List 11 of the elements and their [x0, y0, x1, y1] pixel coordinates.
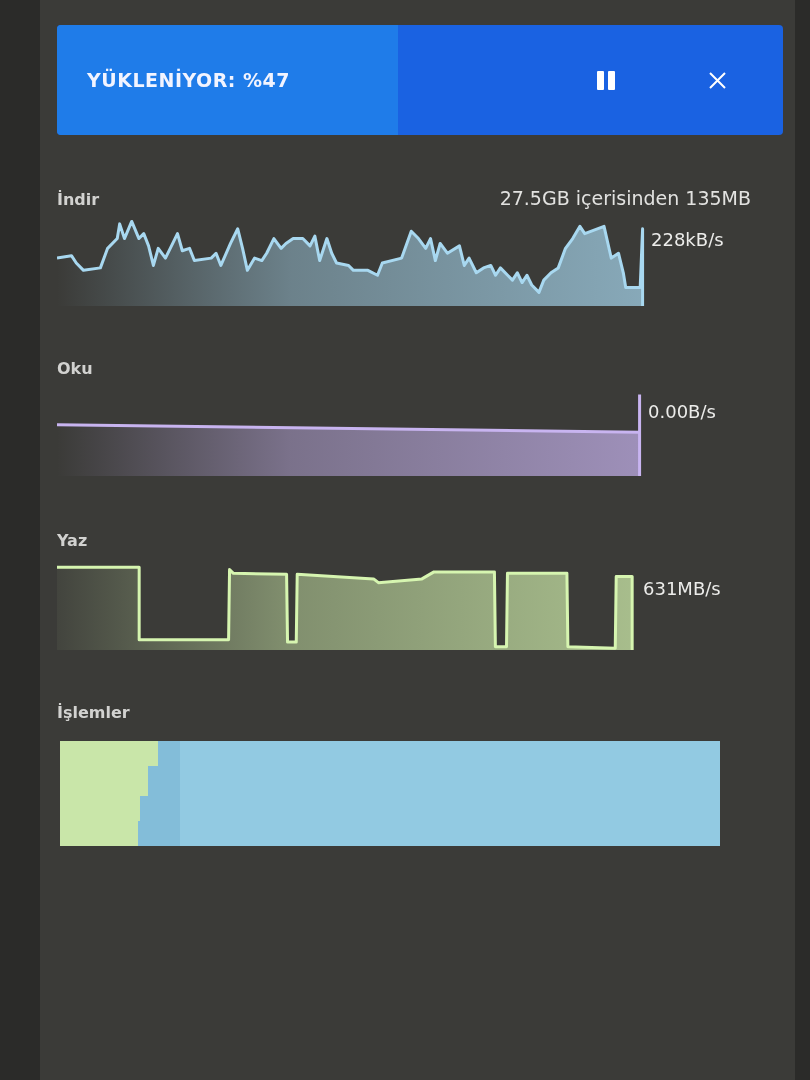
- close-icon[interactable]: [709, 71, 726, 89]
- section-label: Yaz: [57, 531, 88, 550]
- download-size-text: 27.5GB içerisinden 135MB: [499, 187, 751, 209]
- status-text: YÜKLENİYOR: %47: [87, 69, 291, 91]
- section-label: Oku: [57, 359, 93, 378]
- speed-reading: 228kB/s: [651, 228, 724, 250]
- pause-icon[interactable]: [597, 70, 615, 90]
- speed-reading: 0.00B/s: [648, 400, 716, 422]
- section-label: İndir: [57, 190, 100, 209]
- section-label: İşlemler: [57, 703, 130, 722]
- speed-reading: 631MB/s: [643, 577, 721, 599]
